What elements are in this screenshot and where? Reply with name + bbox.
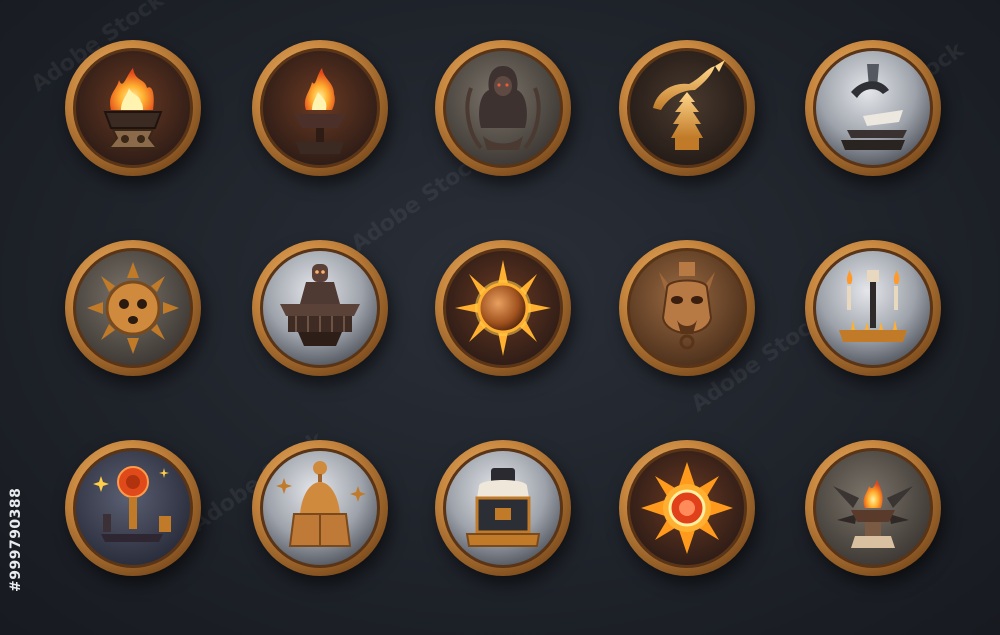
robot-throne-icon[interactable] [250,238,390,378]
orb-pedestal-icon[interactable] [63,438,203,578]
anvil-hammer-icon[interactable] [803,38,943,178]
flaming-brazier-icon[interactable] [63,38,203,178]
gargoyle-head-icon[interactable] [617,238,757,378]
treasure-chest-icon[interactable] [433,438,573,578]
golden-dome-icon[interactable] [250,438,390,578]
icon-grid: Adobe Stock Adobe Stock Adobe Stock Adob… [0,0,1000,635]
radiant-sun-orb-icon[interactable] [617,438,757,578]
hooded-monk-icon[interactable] [433,38,573,178]
candle-altar-icon[interactable] [803,238,943,378]
sun-mask-icon[interactable] [63,238,203,378]
torch-bowl-icon[interactable] [250,38,390,178]
blazing-sun-icon[interactable] [433,238,573,378]
forge-fire-icon[interactable] [803,438,943,578]
golden-serpent-totem-icon[interactable] [617,38,757,178]
asset-id-label: #999790388 [8,487,24,592]
